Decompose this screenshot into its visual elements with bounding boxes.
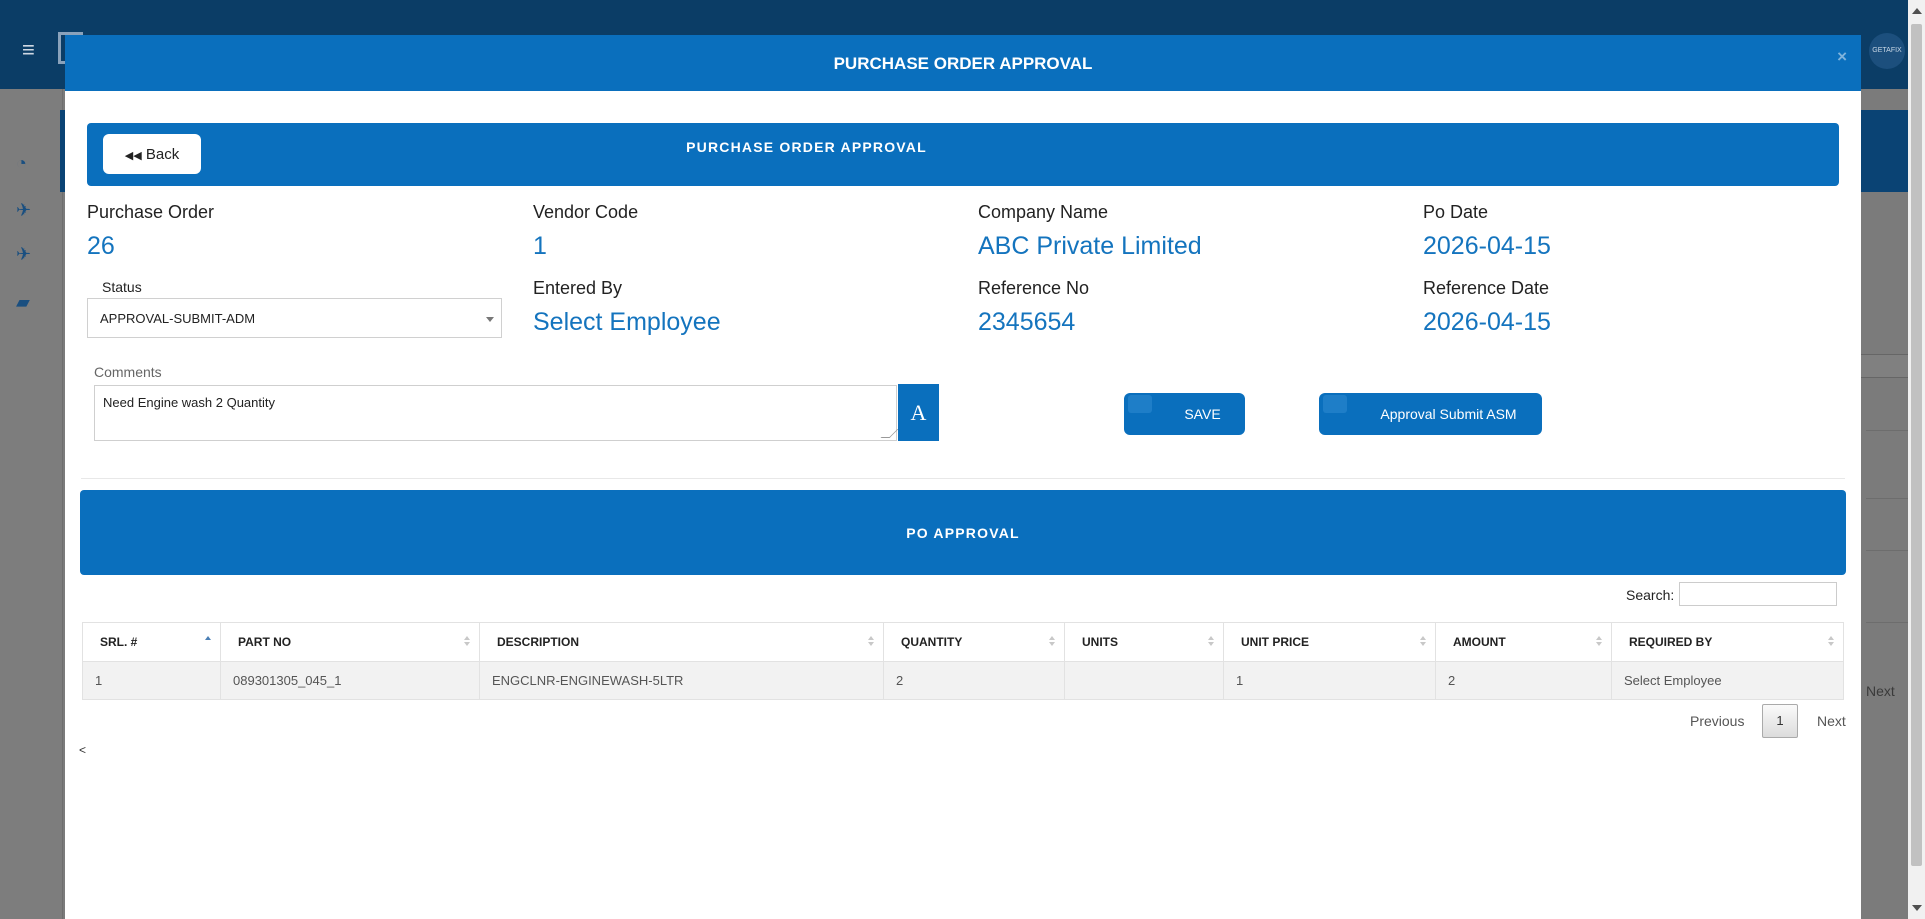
column-header-required-by[interactable]: REQUIRED BY: [1611, 622, 1844, 662]
reference-no-field: Reference No 2345654: [978, 278, 1089, 337]
po-date-field: Po Date 2026-04-15: [1423, 202, 1551, 261]
button-inset-decoration: [1323, 395, 1347, 413]
table-cell: [1064, 661, 1224, 700]
table-cell: 2: [1435, 661, 1612, 700]
scroll-down-arrow[interactable]: [1912, 905, 1922, 911]
scroll-thumb[interactable]: [1911, 24, 1922, 866]
column-header-units[interactable]: UNITS: [1064, 622, 1224, 662]
close-icon[interactable]: ×: [1837, 47, 1847, 67]
status-label: Status: [102, 279, 142, 295]
background-next-link: Next: [1866, 683, 1895, 699]
po-approval-banner: PO APPROVAL: [80, 490, 1846, 575]
background-sidebar: ◔ ✈ ✈ ▰: [0, 89, 63, 919]
approval-submit-asm-label: Approval Submit ASM: [1380, 406, 1517, 422]
vendor-code-label: Vendor Code: [533, 202, 639, 222]
dashboard-icon: ◔: [16, 153, 27, 173]
entered-by-value: Select Employee: [533, 308, 721, 336]
po-approval-table: SRL. # PART NO DESCRIPTION QUANTITY UNIT…: [82, 622, 1844, 700]
table-cell: 2: [883, 661, 1065, 700]
pagination-previous[interactable]: Previous: [1690, 713, 1744, 729]
entered-by-field: Entered By Select Employee: [533, 278, 721, 337]
reference-no-value: 2345654: [978, 308, 1076, 336]
chevron-down-icon: [486, 317, 494, 322]
column-header-srl[interactable]: SRL. #: [82, 622, 221, 662]
column-header-amount[interactable]: AMOUNT: [1435, 622, 1612, 662]
button-inset-decoration: [1128, 395, 1152, 413]
company-name-field: Company Name ABC Private Limited: [978, 202, 1202, 261]
approval-submit-asm-button[interactable]: Approval Submit ASM: [1319, 393, 1542, 435]
purchase-order-label: Purchase Order: [87, 202, 215, 222]
purchase-order-field: Purchase Order 26: [87, 202, 214, 261]
table-cell: 1: [1223, 661, 1436, 700]
column-header-quantity[interactable]: QUANTITY: [883, 622, 1065, 662]
table-header-row: SRL. # PART NO DESCRIPTION QUANTITY UNIT…: [82, 622, 1844, 662]
search-label: Search:: [1626, 587, 1675, 603]
comments-label: Comments: [94, 364, 162, 380]
save-button[interactable]: SAVE: [1124, 393, 1245, 435]
comments-textarea[interactable]: Need Engine wash 2 Quantity: [94, 385, 899, 441]
plane-icon: ✈: [16, 244, 32, 264]
modal-title: PURCHASE ORDER APPROVAL: [833, 54, 1093, 73]
status-select[interactable]: APPROVAL-SUBMIT-ADM: [87, 298, 502, 338]
scroll-up-arrow[interactable]: [1912, 8, 1922, 14]
entered-by-label: Entered By: [533, 278, 623, 298]
footer-symbol: <: [79, 743, 87, 757]
banner-title: PURCHASE ORDER APPROVAL: [686, 139, 927, 155]
reference-date-label: Reference Date: [1423, 278, 1550, 298]
table-cell: 1: [82, 661, 221, 700]
vendor-code-field: Vendor Code 1: [533, 202, 638, 261]
plane-icon: ✈: [16, 200, 32, 220]
table-cell: 089301305_045_1: [220, 661, 480, 700]
pagination-page-1[interactable]: 1: [1762, 704, 1798, 738]
reference-date-value: 2026-04-15: [1423, 308, 1551, 336]
purchase-order-approval-modal: PURCHASE ORDER APPROVAL × ◀◀ Back PURCHA…: [65, 35, 1861, 919]
reference-date-field: Reference Date 2026-04-15: [1423, 278, 1551, 337]
status-select-value: APPROVAL-SUBMIT-ADM: [100, 311, 256, 326]
car-icon: ▰: [16, 292, 30, 312]
comments-text: Need Engine wash 2 Quantity: [103, 395, 275, 410]
section-divider: [81, 478, 1845, 479]
company-name-value: ABC Private Limited: [978, 232, 1202, 260]
pagination-next[interactable]: Next: [1817, 713, 1846, 729]
modal-header: PURCHASE ORDER APPROVAL ×: [65, 35, 1861, 91]
po-date-value: 2026-04-15: [1423, 232, 1551, 260]
column-header-part-no[interactable]: PART NO: [220, 622, 480, 662]
table-row[interactable]: 1 089301305_045_1 ENGCLNR-ENGINEWASH-5LT…: [82, 661, 1844, 700]
reference-no-label: Reference No: [978, 278, 1090, 298]
user-avatar: GETAFIX: [1869, 33, 1905, 69]
font-toggle-button[interactable]: A: [898, 384, 939, 441]
page-scrollbar[interactable]: [1908, 0, 1925, 919]
form-banner: ◀◀ Back PURCHASE ORDER APPROVAL: [87, 123, 1839, 186]
save-button-label: SAVE: [1184, 406, 1221, 422]
resize-handle-icon[interactable]: [880, 429, 899, 438]
vendor-code-value: 1: [533, 232, 547, 260]
company-name-label: Company Name: [978, 202, 1109, 222]
menu-icon: ≡: [22, 37, 35, 62]
search-input[interactable]: [1679, 582, 1837, 606]
po-date-label: Po Date: [1423, 202, 1489, 222]
purchase-order-value: 26: [87, 232, 115, 260]
po-approval-title: PO APPROVAL: [906, 525, 1020, 541]
table-cell: Select Employee: [1611, 661, 1844, 700]
table-cell: ENGCLNR-ENGINEWASH-5LTR: [479, 661, 884, 700]
column-header-description[interactable]: DESCRIPTION: [479, 622, 884, 662]
column-header-unit-price[interactable]: UNIT PRICE: [1223, 622, 1436, 662]
